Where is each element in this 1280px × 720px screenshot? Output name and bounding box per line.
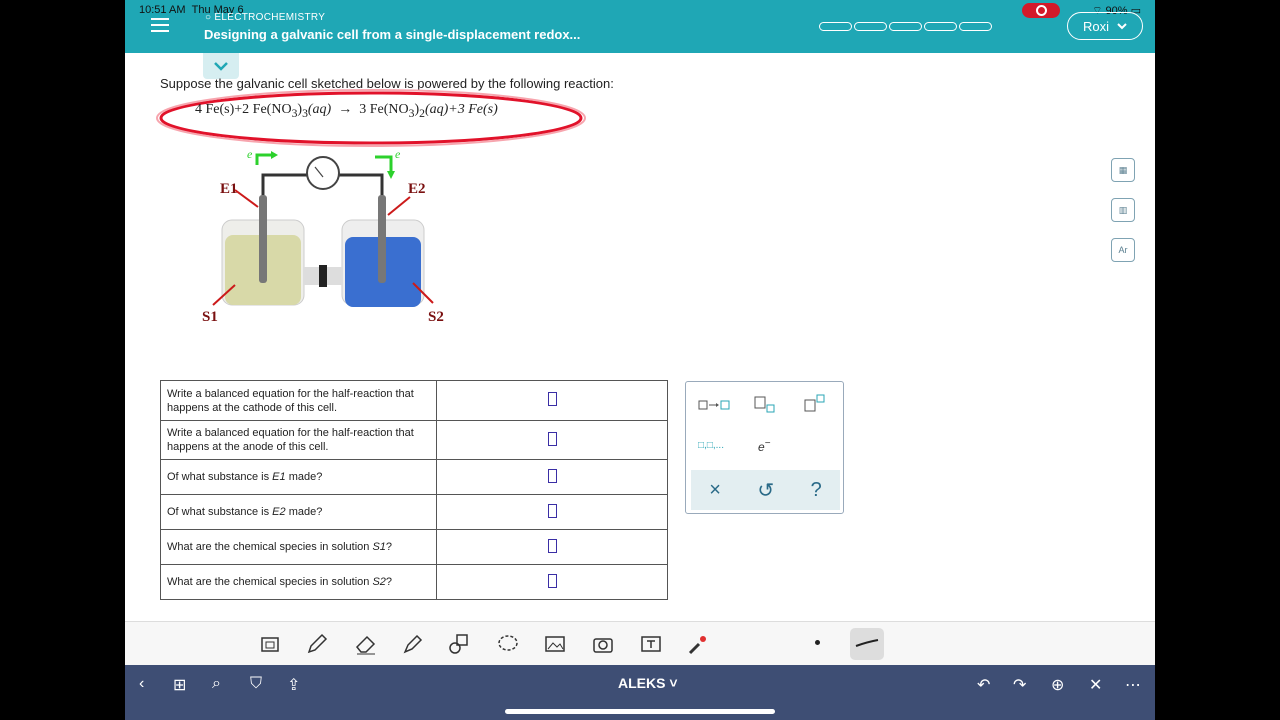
electron-button[interactable]: e− [758, 438, 771, 454]
periodic-table-icon[interactable]: Ar [1111, 238, 1135, 262]
label-s2: S2 [428, 309, 444, 325]
undo-button[interactable]: ↺ [757, 478, 774, 503]
label-e1: E1 [220, 181, 238, 197]
screen-record-icon[interactable] [1022, 3, 1060, 18]
question-cell: Write a balanced equation for the half-r… [160, 380, 437, 421]
home-indicator [505, 709, 775, 714]
table-row: Of what substance is E2 made? [160, 494, 668, 530]
question-cell: What are the chemical species in solutio… [160, 529, 437, 565]
progress-step [924, 22, 957, 31]
question-cell: Of what substance is E2 made? [160, 494, 437, 530]
chem-input-palette: □,□,... e− × ↺ ? [685, 381, 844, 514]
page-title: Designing a galvanic cell from a single-… [204, 27, 581, 42]
undo-icon[interactable]: ↶ [977, 675, 990, 695]
clear-button[interactable]: × [709, 479, 721, 502]
list-button[interactable]: □,□,... [698, 440, 724, 451]
answer-input[interactable] [547, 431, 557, 446]
stroke-curve-icon [855, 639, 879, 647]
laser-pointer-icon[interactable] [685, 632, 709, 656]
chart-icon[interactable]: ▥ [1111, 198, 1135, 222]
text-box-icon[interactable] [639, 632, 663, 656]
more-icon[interactable]: ⋯ [1125, 675, 1141, 695]
menu-icon[interactable] [151, 18, 169, 32]
pen-icon[interactable] [305, 632, 329, 656]
progress-step [959, 22, 992, 31]
camera-icon[interactable] [591, 632, 615, 656]
chevron-down-icon [214, 62, 228, 71]
answer-cell[interactable] [436, 529, 668, 565]
help-button[interactable]: ? [811, 479, 822, 502]
reaction-arrow-icon[interactable] [698, 398, 732, 412]
question-cell: Write a balanced equation for the half-r… [160, 420, 437, 460]
side-toolbar: ▦ ▥ Ar [1111, 158, 1137, 278]
answer-input[interactable] [547, 392, 557, 406]
answer-input[interactable] [547, 503, 557, 518]
eraser-icon[interactable] [354, 632, 378, 656]
progress-step [819, 22, 852, 31]
topic-label: ○ ELECTROCHEMISTRY [205, 12, 326, 23]
chevron-down-icon [1117, 22, 1127, 29]
search-icon[interactable]: ⌕ [212, 675, 221, 693]
progress-step [854, 22, 887, 31]
superscript-icon[interactable] [804, 394, 828, 412]
bottom-bar: ‹ ⊞ ⌕ ⛉ ⇪ ALEKS ˅ ↶ ↷ ⊕ ✕ ⋯ [125, 665, 1155, 720]
answer-table: Write a balanced equation for the half-r… [160, 380, 668, 600]
question-cell: Of what substance is E1 made? [160, 459, 437, 495]
header-bar: 10:51 AM Thu May 6 ○ ELECTROCHEMISTRY De… [125, 0, 1155, 53]
label-e2: E2 [408, 181, 426, 197]
electron-label-right: e [395, 147, 401, 161]
share-icon[interactable]: ⇪ [287, 675, 300, 695]
table-row: What are the chemical species in solutio… [160, 564, 668, 600]
highlighter-icon[interactable] [401, 632, 425, 656]
eraser-lasso-icon[interactable] [258, 632, 282, 656]
answer-cell[interactable] [436, 459, 668, 495]
question-cell: What are the chemical species in solutio… [160, 564, 437, 600]
table-row: What are the chemical species in solutio… [160, 529, 668, 565]
table-row: Write a balanced equation for the half-r… [160, 420, 668, 460]
close-markup-icon[interactable]: ✕ [1089, 675, 1102, 695]
user-menu-button[interactable]: Roxi [1067, 12, 1143, 40]
answer-input[interactable] [547, 468, 557, 483]
add-page-icon[interactable]: ⊕ [1051, 675, 1064, 695]
stroke-size-dot[interactable] [815, 640, 820, 645]
grid-icon[interactable]: ⊞ [173, 675, 186, 695]
answer-input[interactable] [547, 538, 557, 553]
table-row: Write a balanced equation for the half-r… [160, 380, 668, 421]
electron-label-left: e [247, 147, 253, 161]
answer-cell[interactable] [436, 420, 668, 460]
stroke-style-button[interactable] [850, 628, 884, 660]
progress-step [889, 22, 922, 31]
label-s1: S1 [202, 309, 218, 325]
bookmark-icon[interactable]: ⛉ [250, 675, 262, 693]
answer-cell[interactable] [436, 564, 668, 600]
answer-input[interactable] [547, 573, 557, 588]
palette-actions: × ↺ ? [691, 470, 840, 510]
screen: 10:51 AM Thu May 6 ○ ELECTROCHEMISTRY De… [125, 0, 1155, 720]
galvanic-cell-diagram: E1 E2 S1 S2 e e [195, 145, 465, 335]
answer-cell[interactable] [436, 494, 668, 530]
app-name[interactable]: ALEKS ˅ [618, 675, 678, 691]
back-icon[interactable]: ‹ [139, 675, 144, 693]
calculator-icon[interactable]: ▦ [1111, 158, 1135, 182]
image-icon[interactable] [543, 632, 567, 656]
lasso-icon[interactable] [496, 632, 520, 656]
subscript-icon[interactable] [754, 396, 778, 414]
progress-indicator [819, 22, 992, 31]
markup-toolbar [125, 621, 1155, 665]
reaction-equation: 4 Fe(s)+2 Fe(NO3)3(aq) → 3 Fe(NO3)2(aq)+… [195, 102, 498, 120]
shapes-icon[interactable] [447, 632, 471, 656]
redo-icon[interactable]: ↷ [1013, 675, 1026, 695]
table-row: Of what substance is E1 made? [160, 459, 668, 495]
answer-cell[interactable] [436, 380, 668, 421]
